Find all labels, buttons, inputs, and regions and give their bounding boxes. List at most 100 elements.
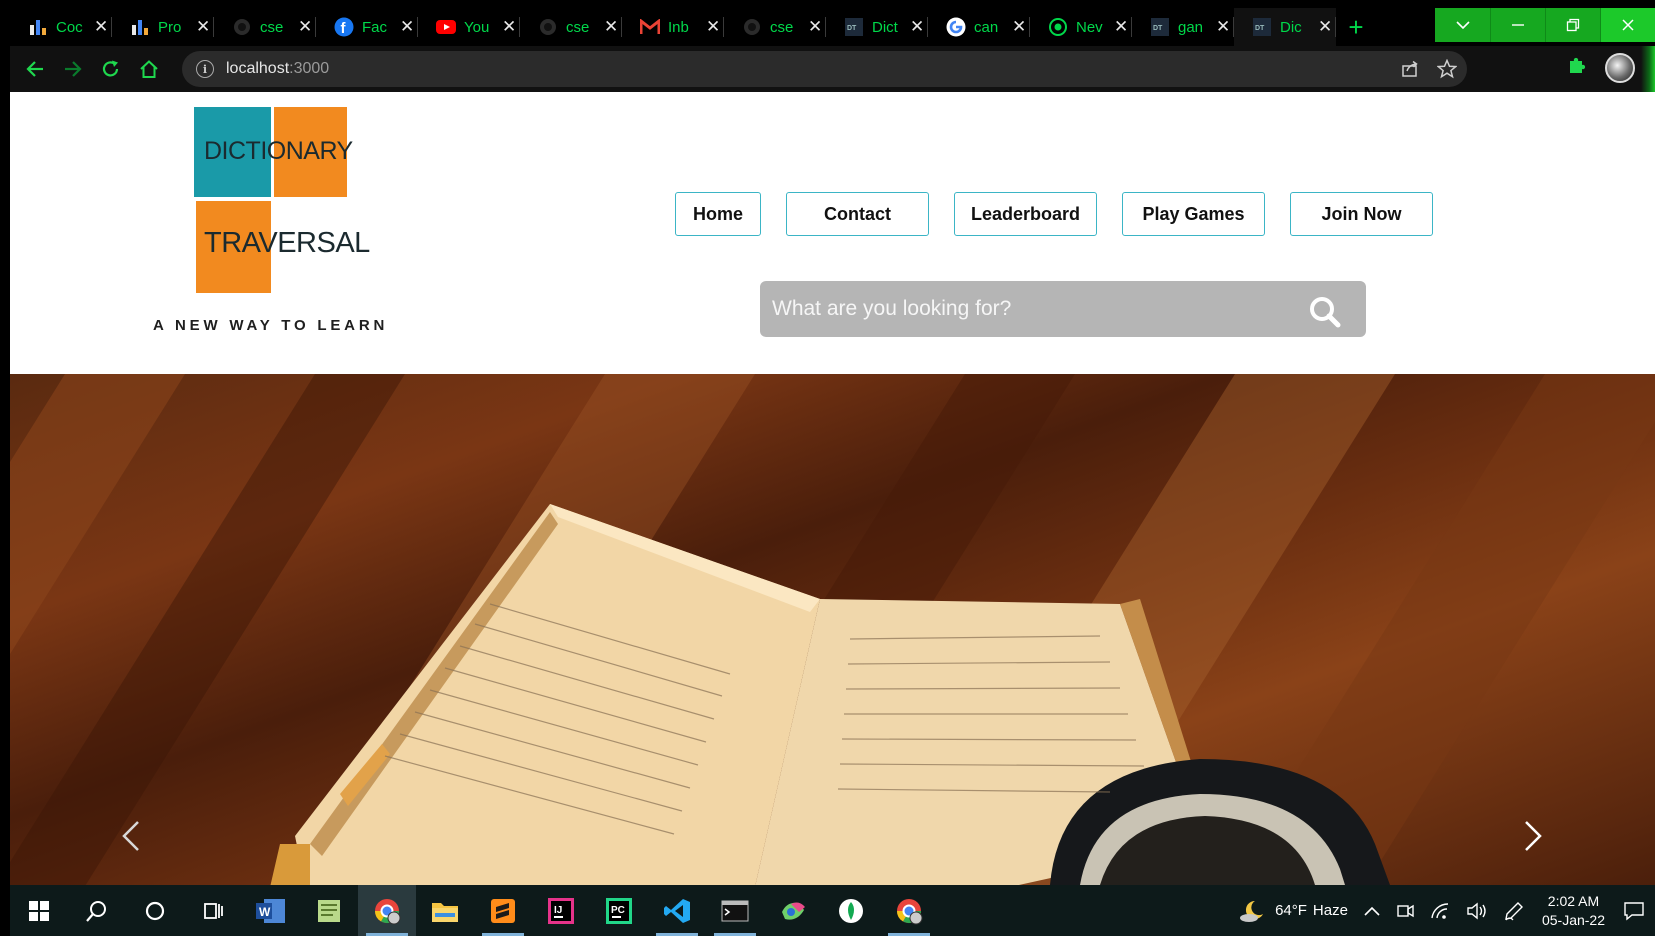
tab-title: Pro [158,18,182,36]
reload-button[interactable] [92,49,130,89]
clock-date: 05-Jan-22 [1541,911,1605,928]
close-tab-icon[interactable]: ✕ [706,17,720,37]
notification-icon [1624,901,1644,920]
system-tray: 64°F Haze 2:02 AM 05-Jan-22 [1231,885,1655,936]
dt-icon: DT [844,17,864,37]
taskbar-app-file-explorer[interactable] [416,885,474,936]
logo-word-traversal-part1: TRAV [204,227,278,259]
window-controls [1435,8,1655,42]
nav-join-now-button[interactable]: Join Now [1290,192,1433,236]
svg-text:PC: PC [611,905,625,916]
vscode-icon [664,898,690,923]
close-tab-icon[interactable]: ✕ [604,17,618,37]
carousel-next-chevron-icon[interactable] [1512,816,1552,856]
browser-tab[interactable]: You ✕ [418,8,520,46]
taskbar-app-pycharm[interactable]: PC [590,885,648,936]
taskbar-search-button[interactable] [68,885,126,936]
back-button[interactable] [16,49,54,89]
home-icon [140,60,158,78]
restore-button[interactable] [1545,8,1600,42]
close-tab-icon[interactable]: ✕ [400,17,414,37]
site-info-icon[interactable]: i [196,60,214,78]
close-tab-icon[interactable]: ✕ [1318,17,1332,37]
browser-tab[interactable]: cse ✕ [724,8,826,46]
chrome-icon [897,898,923,924]
search-icon[interactable] [1308,295,1342,329]
tab-title: cse [260,18,284,36]
gmail-icon [640,17,660,37]
close-tab-icon[interactable]: ✕ [298,17,312,37]
taskbar-app-vscode[interactable] [648,885,706,936]
browser-tab[interactable]: DT Dict ✕ [826,8,928,46]
start-button[interactable] [10,885,68,936]
bookmark-star-icon[interactable] [1437,59,1457,79]
clock[interactable]: 2:02 AM 05-Jan-22 [1532,892,1615,930]
tab-search-button[interactable] [1435,8,1490,42]
close-tab-icon[interactable]: ✕ [808,17,822,37]
nav-leaderboard-button[interactable]: Leaderboard [954,192,1097,236]
web-page: DICTIONARY TRAVERSAL A NEW WAY TO LEARN … [10,92,1655,885]
site-tagline: A NEW WAY TO LEARN [153,317,389,334]
close-tab-icon[interactable]: ✕ [94,17,108,37]
browser-tab[interactable]: Pro ✕ [112,8,214,46]
bar-chart-icon [28,17,48,37]
nav-home-button[interactable]: Home [675,192,761,236]
browser-tab[interactable]: cse ✕ [214,8,316,46]
logo-word-dictionary-part1: DICTI [204,137,267,165]
browser-tab[interactable]: DT Dic ✕ [1234,8,1336,46]
close-tab-icon[interactable]: ✕ [1114,17,1128,37]
taskbar-app-word[interactable]: W [242,885,300,936]
taskbar-app-intellij[interactable]: IJ [532,885,590,936]
forward-button[interactable] [54,49,92,89]
search-input[interactable] [760,281,1280,337]
close-tab-icon[interactable]: ✕ [502,17,516,37]
share-icon[interactable] [1401,60,1419,78]
task-view-button[interactable] [184,885,242,936]
weather-temperature: 64°F [1275,902,1307,919]
extensions-puzzle-icon[interactable] [1566,55,1588,77]
browser-tab[interactable]: Inb ✕ [622,8,724,46]
browser-tab[interactable]: f Fac ✕ [316,8,418,46]
weather-widget[interactable]: 64°F Haze [1231,898,1356,924]
close-tab-icon[interactable]: ✕ [1216,17,1230,37]
speaker-icon [1467,902,1486,919]
taskbar-app-notepad[interactable] [300,885,358,936]
close-window-button[interactable] [1600,8,1655,42]
browser-tab[interactable]: Nev ✕ [1030,8,1132,46]
taskbar-app-paint3d[interactable] [764,885,822,936]
nav-contact-button[interactable]: Contact [786,192,929,236]
browser-tab[interactable]: Coc ✕ [10,8,112,46]
close-tab-icon[interactable]: ✕ [1012,17,1026,37]
notepad-icon [318,899,340,922]
notification-center-button[interactable] [1615,901,1655,921]
address-bar[interactable]: i localhost:3000 [182,51,1467,87]
close-tab-icon[interactable]: ✕ [910,17,924,37]
svg-text:DT: DT [1153,25,1163,32]
site-logo[interactable]: DICTIONARY TRAVERSAL [194,107,434,347]
network-button[interactable] [1422,902,1458,920]
volume-button[interactable] [1458,902,1496,920]
minimize-button[interactable] [1490,8,1545,42]
taskbar-app-chrome-profile[interactable] [880,885,938,936]
carousel-prev-chevron-icon[interactable] [112,816,152,856]
profile-avatar[interactable] [1605,53,1635,83]
pen-workspace-button[interactable] [1496,901,1532,921]
browser-tab[interactable]: DT gan ✕ [1132,8,1234,46]
taskbar-app-terminal[interactable] [706,885,764,936]
browser-tab[interactable]: cse ✕ [520,8,622,46]
meet-now-button[interactable] [1388,902,1422,920]
taskbar-app-mongodb[interactable] [822,885,880,936]
home-button[interactable] [130,49,168,89]
restore-icon [1566,18,1580,32]
close-tab-icon[interactable]: ✕ [196,17,210,37]
new-tab-button[interactable]: + [1336,8,1376,46]
cortana-button[interactable] [126,885,184,936]
nav-play-games-button[interactable]: Play Games [1122,192,1265,236]
show-hidden-icons-button[interactable] [1356,906,1388,916]
logo-word-dictionary: DICTIONARY [204,137,353,166]
browser-tab[interactable]: can ✕ [928,8,1030,46]
svg-text:IJ: IJ [554,905,562,916]
taskbar-app-chrome[interactable] [358,885,416,936]
taskbar-app-sublime[interactable] [474,885,532,936]
chevron-down-icon [1455,21,1470,30]
